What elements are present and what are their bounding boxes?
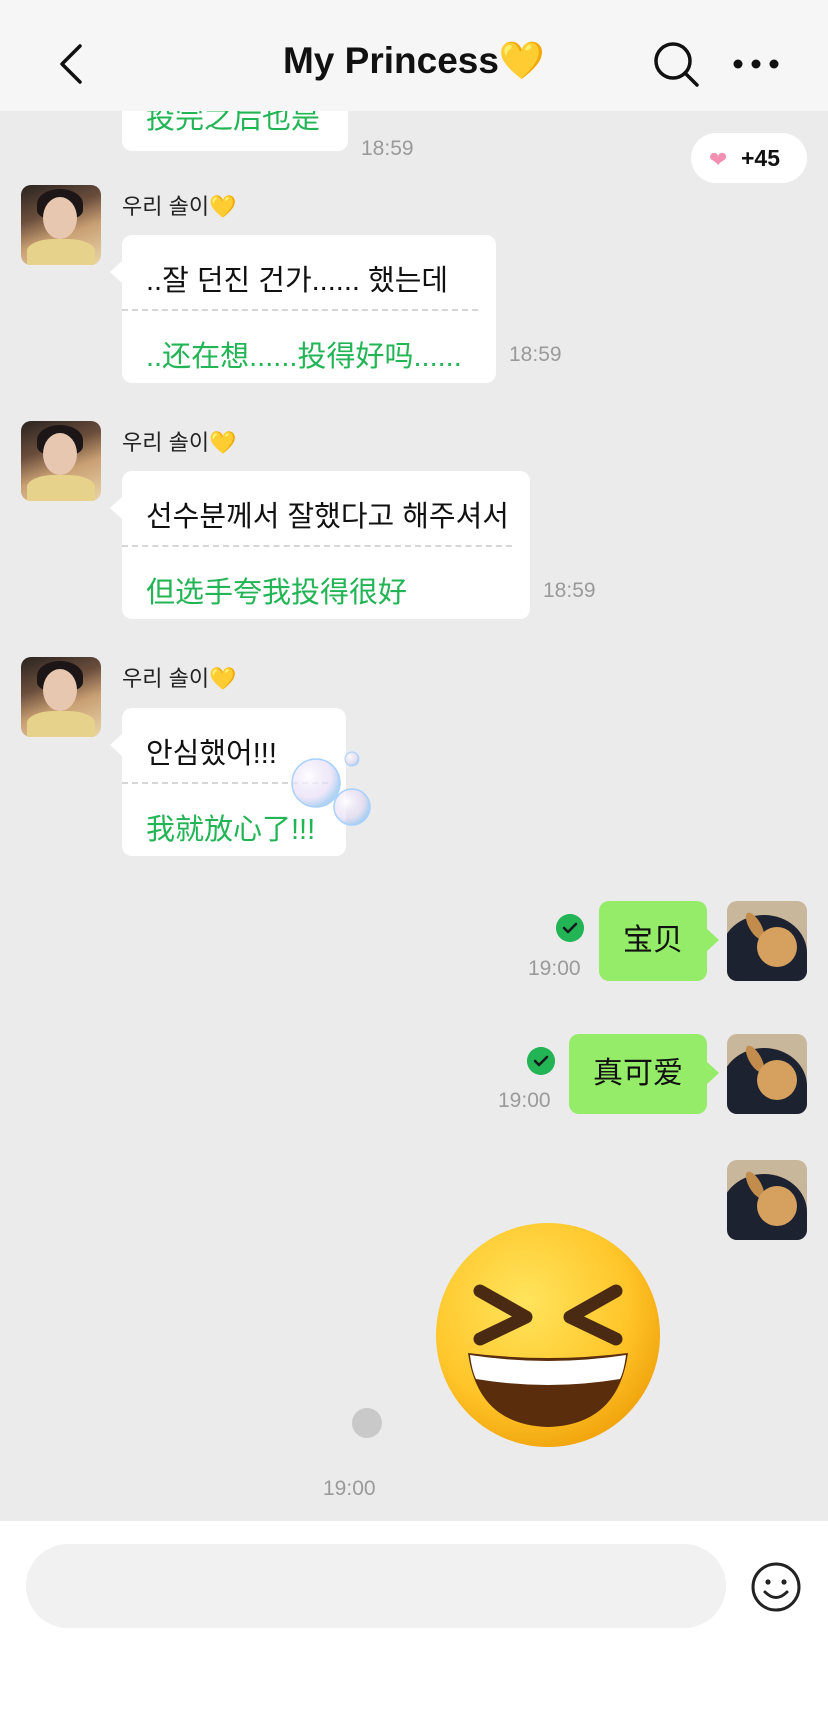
message-time: 19:00 [528,957,581,980]
my-avatar[interactable] [727,901,807,981]
contact-avatar[interactable] [21,185,101,265]
message-time: 19:00 [323,1477,376,1500]
my-message-text: 真可爱 [593,1057,683,1090]
my-message-bubble[interactable]: 宝贝 [599,901,719,981]
message-translation: 但选手夸我投得很好 [146,577,408,609]
chat-title: My Princess💛 [282,40,546,81]
sticker-status-dot [352,1408,382,1438]
sender-name: 우리 솔이💛 [122,194,237,219]
message-input[interactable] [26,1544,726,1628]
message-translation: 投完之后也是 [146,111,321,135]
message-time: 19:00 [498,1089,551,1112]
message-translation: ..还在想......投得好吗...... [146,341,462,373]
search-icon[interactable] [652,40,700,88]
read-check-icon [556,914,584,942]
my-avatar[interactable] [727,1034,807,1114]
heart-icon: ❤ [709,147,728,172]
more-options-icon[interactable] [732,52,780,76]
my-message-bubble[interactable]: 真可爱 [569,1034,719,1114]
message-time: 18:59 [361,137,414,160]
message-text: 안심했어!!! [146,738,277,770]
my-avatar[interactable] [727,1160,807,1240]
translation-divider [122,545,512,547]
message-bubble[interactable]: ..잘 던진 건가...... 했는데 ..还在想......投得好吗.....… [110,235,496,383]
chat-header: My Princess💛 [0,0,828,111]
my-message-text: 宝贝 [623,924,683,957]
emoji-icon[interactable] [750,1561,802,1613]
message-text: ..잘 던진 건가...... 했는데 [146,265,449,297]
message-time: 18:59 [543,579,596,602]
reaction-badge[interactable]: ❤ +45 [691,133,807,183]
message-bubble[interactable]: 선수분께서 잘했다고 해주셔서 但选手夸我投得很好 [110,471,530,619]
message-input-bar [0,1521,828,1715]
sender-name: 우리 솔이💛 [122,666,237,691]
contact-avatar[interactable] [21,421,101,501]
translation-divider [122,309,478,311]
sender-name: 우리 솔이💛 [122,430,237,455]
grinning-squinting-face-sticker[interactable] [434,1221,662,1449]
contact-avatar[interactable] [21,657,101,737]
message-time: 18:59 [509,343,562,366]
bubble-effect-decoration [291,751,371,826]
chat-message-list[interactable]: 投完之后也是 18:59 ❤ +45 우리 솔이💛 ..잘 던진 건가.....… [0,111,828,1521]
read-check-icon [527,1047,555,1075]
reaction-count: +45 [741,145,781,171]
message-bubble[interactable]: 投完之后也是 [122,111,348,151]
message-text: 선수분께서 잘했다고 해주셔서 [146,501,509,533]
